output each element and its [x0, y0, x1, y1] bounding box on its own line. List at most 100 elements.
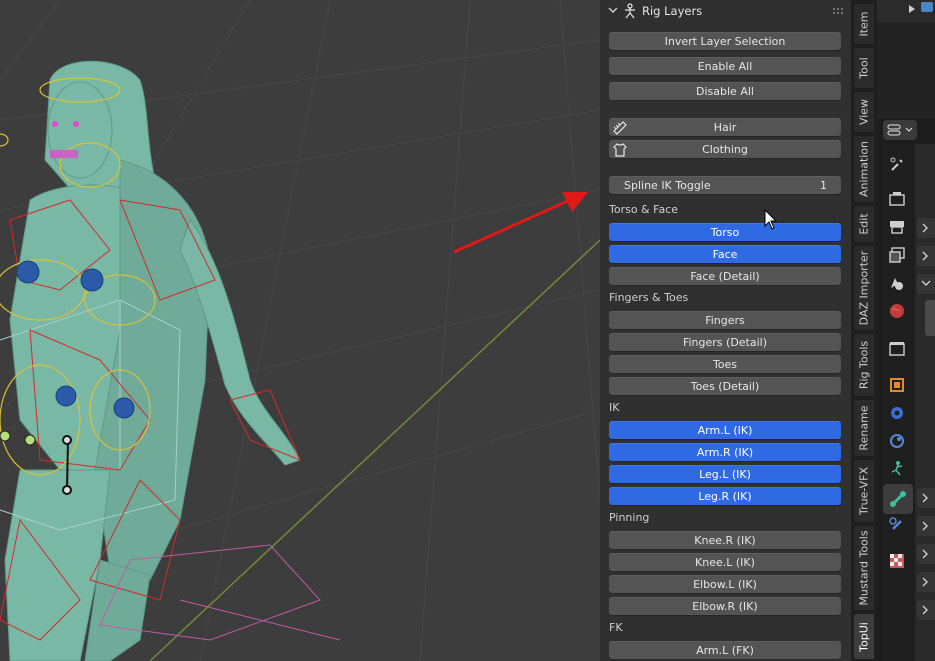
fk-heading: FK [609, 621, 623, 634]
tab-animation-label: Animation [857, 140, 871, 198]
panel-title: Rig Layers [642, 4, 703, 18]
armature-rig-icon [625, 3, 635, 19]
clothing-label: Clothing [702, 143, 748, 156]
mouse-cursor-icon [764, 209, 778, 230]
tab-mustard-tools[interactable]: Mustard Tools [854, 526, 874, 610]
tab-mustard-tools-label: Mustard Tools [857, 530, 871, 606]
character-mesh[interactable] [4, 60, 301, 661]
tab-rename[interactable]: Rename [854, 400, 874, 456]
fingers-detail-layer-button[interactable]: Fingers (Detail) [609, 333, 841, 351]
spline-ik-value: 1 [820, 179, 827, 192]
panel-expander[interactable] [917, 488, 935, 508]
panel-expander[interactable] [917, 544, 935, 564]
clothing-button[interactable]: Clothing [609, 140, 841, 158]
fingers-toes-heading: Fingers & Toes [609, 291, 689, 304]
fingers-layer-button[interactable]: Fingers [609, 311, 841, 329]
tab-true-vfx-label: True-VFX [857, 466, 871, 516]
bone-icon [890, 491, 906, 507]
outliner-row [877, 0, 935, 22]
chevron-down-icon[interactable] [608, 4, 618, 16]
properties-editor-icon [887, 124, 901, 136]
output-icon[interactable] [888, 218, 906, 236]
modifier-icon[interactable] [888, 404, 906, 422]
spline-ik-label: Spline IK Toggle [624, 179, 711, 192]
collection-icon[interactable] [888, 340, 906, 358]
disable-all-button[interactable]: Disable All [609, 82, 841, 100]
tab-item[interactable]: Item [854, 4, 874, 44]
leg-l-ik-button[interactable]: Leg.L (IK) [609, 465, 841, 483]
properties-tab-column [881, 144, 913, 661]
elbow-l-ik-button[interactable]: Elbow.L (IK) [609, 575, 841, 593]
panel-expander[interactable] [917, 218, 935, 238]
sidebar-panel: Rig Layers Invert Layer Selection Enable… [600, 0, 851, 661]
tab-true-vfx[interactable]: True-VFX [854, 460, 874, 522]
toes-detail-layer-button[interactable]: Toes (Detail) [609, 377, 841, 395]
shirt-icon [613, 143, 627, 157]
chevron-down-icon [905, 127, 913, 132]
hair-label: Hair [713, 121, 737, 134]
viewport-scene [0, 0, 600, 661]
enable-all-button[interactable]: Enable All [609, 57, 841, 75]
tab-edit[interactable]: Edit [854, 206, 874, 242]
collection-icon [921, 2, 933, 12]
tab-rig-tools[interactable]: Rig Tools [854, 334, 874, 396]
torso-face-heading: Torso & Face [609, 203, 679, 216]
comb-icon [613, 121, 627, 135]
arm-l-ik-button[interactable]: Arm.L (IK) [609, 421, 841, 439]
leg-r-ik-button[interactable]: Leg.R (IK) [609, 487, 841, 505]
arm-l-fk-button[interactable]: Arm.L (FK) [609, 641, 841, 659]
ik-heading: IK [609, 401, 620, 414]
tab-topui-label: TopUi [857, 621, 871, 652]
drag-handle-icon[interactable] [832, 7, 844, 15]
editor-type-dropdown[interactable] [883, 120, 917, 140]
pose-icon[interactable] [888, 460, 906, 478]
sidebar-tab-strip: Item Tool View Animation Edit DAZ Import… [851, 0, 877, 661]
tab-view-label: View [857, 98, 871, 126]
view-layer-icon[interactable] [888, 246, 906, 264]
tab-view[interactable]: View [854, 92, 874, 132]
object-icon[interactable] [888, 376, 906, 394]
panel-expander[interactable] [917, 572, 935, 592]
tab-tool-label: Tool [857, 57, 871, 79]
physics-icon[interactable] [888, 432, 906, 450]
panel-expander-open[interactable] [917, 274, 935, 294]
bone-constraint-icon[interactable] [888, 516, 906, 534]
arm-r-ik-button[interactable]: Arm.R (IK) [609, 443, 841, 461]
panel-expander[interactable] [917, 516, 935, 536]
world-icon[interactable] [888, 302, 906, 320]
knee-l-ik-button[interactable]: Knee.L (IK) [609, 553, 841, 571]
knee-r-ik-button[interactable]: Knee.R (IK) [609, 531, 841, 549]
bone-tab-active[interactable] [883, 484, 913, 514]
tab-animation[interactable]: Animation [854, 136, 874, 202]
torso-layer-button[interactable]: Torso [609, 223, 841, 241]
tab-rename-label: Rename [857, 405, 871, 451]
panel-expander[interactable] [917, 246, 935, 266]
tab-tool[interactable]: Tool [854, 48, 874, 88]
pinning-heading: Pinning [609, 511, 650, 524]
3d-viewport[interactable] [0, 0, 600, 661]
spline-ik-toggle[interactable]: Spline IK Toggle 1 [609, 176, 841, 194]
texture-icon[interactable] [888, 552, 906, 570]
face-detail-layer-button[interactable]: Face (Detail) [609, 267, 841, 285]
elbow-r-ik-button[interactable]: Elbow.R (IK) [609, 597, 841, 615]
toes-layer-button[interactable]: Toes [609, 355, 841, 373]
tool-icon[interactable] [888, 156, 906, 174]
tab-daz-importer-label: DAZ Importer [857, 250, 871, 326]
face-layer-button[interactable]: Face [609, 245, 841, 263]
outliner-area [877, 22, 935, 118]
properties-editor [877, 0, 935, 661]
render-icon[interactable] [888, 190, 906, 208]
tab-topui[interactable]: TopUi [854, 614, 874, 659]
panel-expander[interactable] [917, 600, 935, 620]
annotation-arrow [453, 192, 588, 254]
value-field[interactable] [925, 300, 935, 336]
tab-edit-label: Edit [857, 213, 871, 235]
foot-controls[interactable] [0, 430, 36, 446]
tab-daz-importer[interactable]: DAZ Importer [854, 246, 874, 330]
rig-layers-header[interactable]: Rig Layers [600, 0, 851, 22]
expand-arrow-icon[interactable] [907, 4, 917, 14]
invert-layer-selection-button[interactable]: Invert Layer Selection [609, 32, 841, 50]
tab-item-label: Item [857, 11, 871, 37]
scene-icon[interactable] [888, 274, 906, 292]
hair-button[interactable]: Hair [609, 118, 841, 136]
